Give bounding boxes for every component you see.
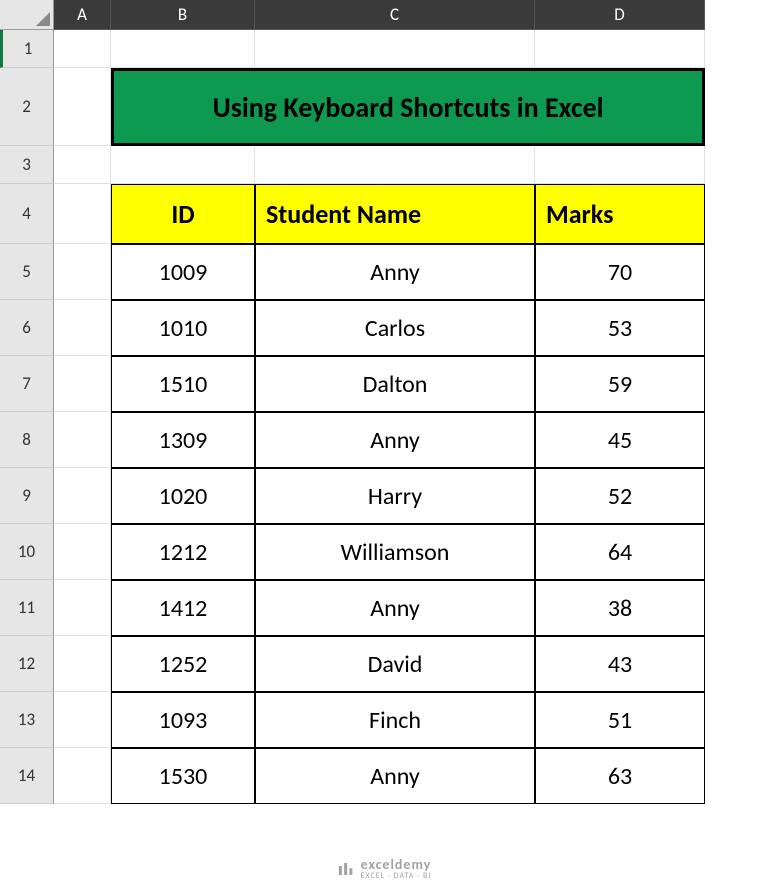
cell-c1[interactable] xyxy=(255,30,535,68)
cell-marks-5[interactable]: 64 xyxy=(535,524,705,580)
row-header-11[interactable]: 11 xyxy=(0,580,54,636)
cell-a12[interactable] xyxy=(54,636,111,692)
col-header-c[interactable]: C xyxy=(255,0,535,30)
watermark: exceldemy EXCEL · DATA · BI xyxy=(337,856,432,881)
cell-a9[interactable] xyxy=(54,468,111,524)
cell-name-3[interactable]: Anny xyxy=(255,412,535,468)
cell-id-8[interactable]: 1093 xyxy=(111,692,255,748)
cell-id-1[interactable]: 1010 xyxy=(111,300,255,356)
cell-a4[interactable] xyxy=(54,184,111,244)
cell-d3[interactable] xyxy=(535,146,705,184)
cell-name-4[interactable]: Harry xyxy=(255,468,535,524)
cell-marks-9[interactable]: 63 xyxy=(535,748,705,804)
cell-a14[interactable] xyxy=(54,748,111,804)
cell-id-4[interactable]: 1020 xyxy=(111,468,255,524)
cell-a13[interactable] xyxy=(54,692,111,748)
header-marks[interactable]: Marks xyxy=(535,184,705,244)
cell-id-0[interactable]: 1009 xyxy=(111,244,255,300)
row-header-12[interactable]: 12 xyxy=(0,636,54,692)
row-header-14[interactable]: 14 xyxy=(0,748,54,804)
header-name[interactable]: Student Name xyxy=(255,184,535,244)
cell-name-6[interactable]: Anny xyxy=(255,580,535,636)
cell-marks-8[interactable]: 51 xyxy=(535,692,705,748)
cell-name-9[interactable]: Anny xyxy=(255,748,535,804)
cell-name-5[interactable]: Williamson xyxy=(255,524,535,580)
row-header-3[interactable]: 3 xyxy=(0,146,54,184)
row-header-2[interactable]: 2 xyxy=(0,68,54,146)
row-header-9[interactable]: 9 xyxy=(0,468,54,524)
cell-b3[interactable] xyxy=(111,146,255,184)
row-header-10[interactable]: 10 xyxy=(0,524,54,580)
cell-a2[interactable] xyxy=(54,68,111,146)
cell-marks-7[interactable]: 43 xyxy=(535,636,705,692)
watermark-icon xyxy=(337,860,355,878)
row-header-4[interactable]: 4 xyxy=(0,184,54,244)
row-header-7[interactable]: 7 xyxy=(0,356,54,412)
cell-a7[interactable] xyxy=(54,356,111,412)
cell-id-5[interactable]: 1212 xyxy=(111,524,255,580)
cell-a1[interactable] xyxy=(54,30,111,68)
cell-a11[interactable] xyxy=(54,580,111,636)
cell-marks-6[interactable]: 38 xyxy=(535,580,705,636)
watermark-tagline: EXCEL · DATA · BI xyxy=(361,871,432,881)
col-header-a[interactable]: A xyxy=(54,0,111,30)
row-header-5[interactable]: 5 xyxy=(0,244,54,300)
cell-a5[interactable] xyxy=(54,244,111,300)
cell-id-6[interactable]: 1412 xyxy=(111,580,255,636)
cell-marks-3[interactable]: 45 xyxy=(535,412,705,468)
spreadsheet-grid: A B C D 1 2 Using Keyboard Shortcuts in … xyxy=(0,0,768,804)
cell-a8[interactable] xyxy=(54,412,111,468)
row-header-13[interactable]: 13 xyxy=(0,692,54,748)
cell-marks-1[interactable]: 53 xyxy=(535,300,705,356)
cell-name-1[interactable]: Carlos xyxy=(255,300,535,356)
cell-marks-4[interactable]: 52 xyxy=(535,468,705,524)
header-id[interactable]: ID xyxy=(111,184,255,244)
cell-name-7[interactable]: David xyxy=(255,636,535,692)
col-header-b[interactable]: B xyxy=(111,0,255,30)
col-header-d[interactable]: D xyxy=(535,0,705,30)
cell-a10[interactable] xyxy=(54,524,111,580)
cell-id-7[interactable]: 1252 xyxy=(111,636,255,692)
row-header-1[interactable]: 1 xyxy=(0,30,54,68)
cell-name-8[interactable]: Finch xyxy=(255,692,535,748)
select-all-corner[interactable] xyxy=(0,0,54,30)
row-header-6[interactable]: 6 xyxy=(0,300,54,356)
cell-name-2[interactable]: Dalton xyxy=(255,356,535,412)
cell-id-9[interactable]: 1530 xyxy=(111,748,255,804)
cell-a3[interactable] xyxy=(54,146,111,184)
cell-b1[interactable] xyxy=(111,30,255,68)
title-banner[interactable]: Using Keyboard Shortcuts in Excel xyxy=(111,68,705,146)
cell-a6[interactable] xyxy=(54,300,111,356)
cell-id-3[interactable]: 1309 xyxy=(111,412,255,468)
cell-c3[interactable] xyxy=(255,146,535,184)
cell-marks-2[interactable]: 59 xyxy=(535,356,705,412)
row-header-8[interactable]: 8 xyxy=(0,412,54,468)
cell-d1[interactable] xyxy=(535,30,705,68)
cell-name-0[interactable]: Anny xyxy=(255,244,535,300)
cell-id-2[interactable]: 1510 xyxy=(111,356,255,412)
cell-marks-0[interactable]: 70 xyxy=(535,244,705,300)
